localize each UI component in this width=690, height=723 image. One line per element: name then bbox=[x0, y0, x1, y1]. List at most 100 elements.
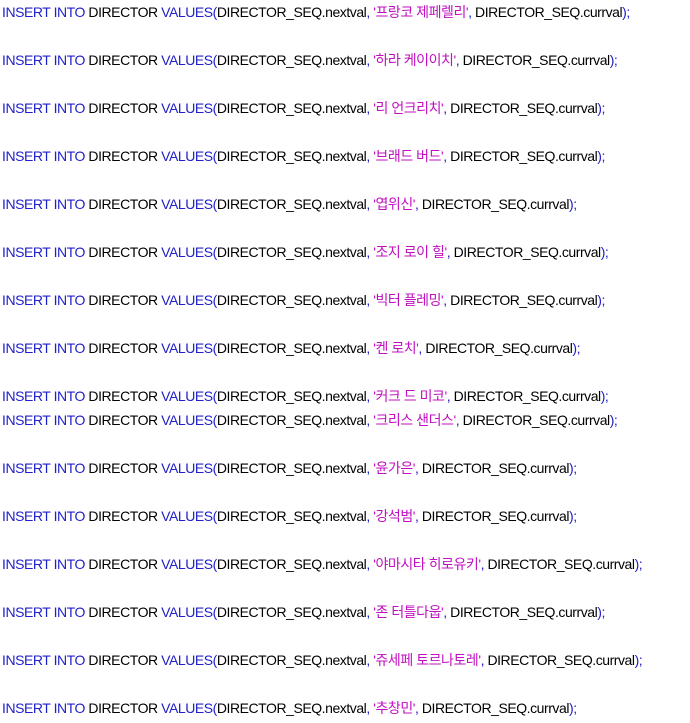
statement-end: ); bbox=[568, 700, 577, 716]
keyword-insert-into: INSERT INTO bbox=[2, 340, 85, 356]
table-name: DIRECTOR bbox=[88, 460, 158, 476]
director-name-string: '강석범' bbox=[373, 508, 415, 524]
table-name: DIRECTOR bbox=[88, 244, 158, 260]
table-name: DIRECTOR bbox=[88, 52, 158, 68]
keyword-insert-into: INSERT INTO bbox=[2, 4, 85, 20]
sql-insert-line: INSERT INTO DIRECTOR VALUES(DIRECTOR_SEQ… bbox=[2, 651, 643, 669]
statement-end: ); bbox=[597, 604, 605, 620]
table-name: DIRECTOR bbox=[88, 388, 158, 404]
keyword-values: VALUES( bbox=[161, 508, 217, 524]
keyword-values: VALUES( bbox=[161, 604, 217, 620]
table-name: DIRECTOR bbox=[88, 292, 158, 308]
sql-insert-line: INSERT INTO DIRECTOR VALUES(DIRECTOR_SEQ… bbox=[2, 195, 577, 213]
statement-end: ); bbox=[600, 244, 609, 260]
sql-insert-line: INSERT INTO DIRECTOR VALUES( DIRECTOR_SEQ… bbox=[2, 3, 630, 21]
keyword-values: VALUES( bbox=[161, 292, 217, 308]
director-name-string: '크리스 샌더스' bbox=[373, 412, 456, 428]
keyword-values: VALUES( bbox=[161, 100, 217, 116]
keyword-insert-into: INSERT INTO bbox=[2, 100, 85, 116]
director-name-string: '프랑코 제페렐리' bbox=[373, 4, 469, 20]
table-name: DIRECTOR bbox=[88, 196, 158, 212]
comma: , bbox=[455, 412, 463, 428]
table-name: DIRECTOR bbox=[88, 412, 158, 428]
keyword-values: VALUES( bbox=[161, 148, 217, 164]
keyword-values: VALUES( bbox=[161, 556, 217, 572]
sql-insert-line: INSERT INTO DIRECTOR VALUES( DIRECTOR_SEQ… bbox=[2, 339, 581, 357]
sequence-currval: DIRECTOR_SEQ.currval bbox=[462, 52, 611, 68]
keyword-values: VALUES( bbox=[161, 340, 217, 356]
table-name: DIRECTOR bbox=[88, 700, 158, 716]
keyword-insert-into: INSERT INTO bbox=[2, 244, 85, 260]
sequence-currval: DIRECTOR_SEQ.currval bbox=[453, 388, 602, 404]
sequence-nextval: DIRECTOR_SEQ.nextval bbox=[216, 100, 367, 116]
sequence-currval: DIRECTOR_SEQ.currval bbox=[450, 100, 598, 116]
sequence-nextval: DIRECTOR_SEQ.nextval bbox=[216, 388, 367, 404]
sequence-currval: DIRECTOR_SEQ.currval bbox=[421, 508, 570, 524]
keyword-insert-into: INSERT INTO bbox=[2, 148, 85, 164]
sequence-currval: DIRECTOR_SEQ.currval bbox=[421, 460, 570, 476]
sequence-currval: DIRECTOR_SEQ.currval bbox=[453, 244, 602, 260]
comma: , bbox=[468, 4, 476, 20]
sequence-nextval: DIRECTOR_SEQ.nextval bbox=[216, 244, 367, 260]
director-name-string: '엽위신' bbox=[373, 196, 415, 212]
sequence-currval: DIRECTOR_SEQ.currval bbox=[421, 196, 570, 212]
sequence-currval: DIRECTOR_SEQ.currval bbox=[487, 556, 635, 572]
comma: , bbox=[414, 196, 422, 212]
sequence-currval: DIRECTOR_SEQ.currval bbox=[475, 4, 623, 20]
table-name: DIRECTOR bbox=[88, 340, 158, 356]
sequence-currval: DIRECTOR_SEQ.currval bbox=[462, 412, 611, 428]
sequence-currval: DIRECTOR_SEQ.currval bbox=[425, 340, 573, 356]
sequence-nextval: DIRECTOR_SEQ.nextval bbox=[216, 412, 367, 428]
sequence-nextval: DIRECTOR_SEQ.nextval bbox=[216, 604, 367, 620]
director-name-string: '커크 드 미코' bbox=[373, 388, 447, 404]
director-name-string: '하라 케이이치' bbox=[373, 52, 456, 68]
comma: , bbox=[446, 244, 454, 260]
keyword-values: VALUES( bbox=[161, 700, 217, 716]
sequence-nextval: DIRECTOR_SEQ.nextval bbox=[216, 556, 367, 572]
director-name-string: '윤가은' bbox=[373, 460, 415, 476]
sequence-currval: DIRECTOR_SEQ.currval bbox=[421, 700, 570, 716]
keyword-values: VALUES( bbox=[161, 52, 217, 68]
statement-end: ); bbox=[597, 292, 605, 308]
keyword-insert-into: INSERT INTO bbox=[2, 388, 85, 404]
director-name-string: '쥬세페 토르나토레' bbox=[373, 652, 481, 668]
statement-end: ); bbox=[609, 52, 618, 68]
sequence-nextval: DIRECTOR_SEQ.nextval bbox=[216, 148, 367, 164]
sql-insert-line: INSERT INTO DIRECTOR VALUES(DIRECTOR_SEQ… bbox=[2, 699, 577, 717]
table-name: DIRECTOR bbox=[88, 4, 158, 20]
sequence-nextval: DIRECTOR_SEQ.nextval bbox=[216, 292, 367, 308]
keyword-values: VALUES( bbox=[161, 388, 217, 404]
director-name-string: '리 언크리치' bbox=[373, 100, 444, 116]
comma: , bbox=[414, 460, 422, 476]
sequence-nextval: DIRECTOR_SEQ.nextval bbox=[216, 652, 367, 668]
table-name: DIRECTOR bbox=[88, 556, 158, 572]
keyword-values: VALUES( bbox=[161, 652, 217, 668]
table-name: DIRECTOR bbox=[88, 148, 158, 164]
director-name-string: '빅터 플레밍' bbox=[373, 292, 444, 308]
keyword-values: VALUES( bbox=[161, 244, 217, 260]
comma: , bbox=[414, 508, 422, 524]
table-name: DIRECTOR bbox=[88, 508, 158, 524]
sql-insert-line: INSERT INTO DIRECTOR VALUES( DIRECTOR_SEQ… bbox=[2, 51, 618, 69]
sql-insert-line: INSERT INTO DIRECTOR VALUES(DIRECTOR_SEQ… bbox=[2, 411, 618, 429]
statement-end: ); bbox=[568, 508, 577, 524]
keyword-insert-into: INSERT INTO bbox=[2, 196, 85, 212]
sequence-currval: DIRECTOR_SEQ.currval bbox=[450, 292, 598, 308]
statement-end: ); bbox=[568, 196, 577, 212]
sequence-nextval: DIRECTOR_SEQ.nextval bbox=[216, 700, 367, 716]
keyword-insert-into: INSERT INTO bbox=[2, 52, 85, 68]
keyword-insert-into: INSERT INTO bbox=[2, 412, 85, 428]
statement-end: ); bbox=[634, 556, 643, 572]
director-name-string: '브래드 버드' bbox=[373, 148, 444, 164]
director-name-string: '야마시타 히로유키' bbox=[373, 556, 481, 572]
sequence-nextval: DIRECTOR_SEQ.nextval bbox=[216, 508, 367, 524]
table-name: DIRECTOR bbox=[88, 100, 158, 116]
keyword-values: VALUES( bbox=[161, 4, 217, 20]
keyword-values: VALUES( bbox=[161, 412, 217, 428]
statement-end: ); bbox=[609, 412, 618, 428]
sequence-currval: DIRECTOR_SEQ.currval bbox=[487, 652, 635, 668]
statement-end: ); bbox=[568, 460, 577, 476]
keyword-insert-into: INSERT INTO bbox=[2, 700, 85, 716]
director-name-string: '켄 로치' bbox=[373, 340, 419, 356]
statement-end: ); bbox=[597, 148, 605, 164]
